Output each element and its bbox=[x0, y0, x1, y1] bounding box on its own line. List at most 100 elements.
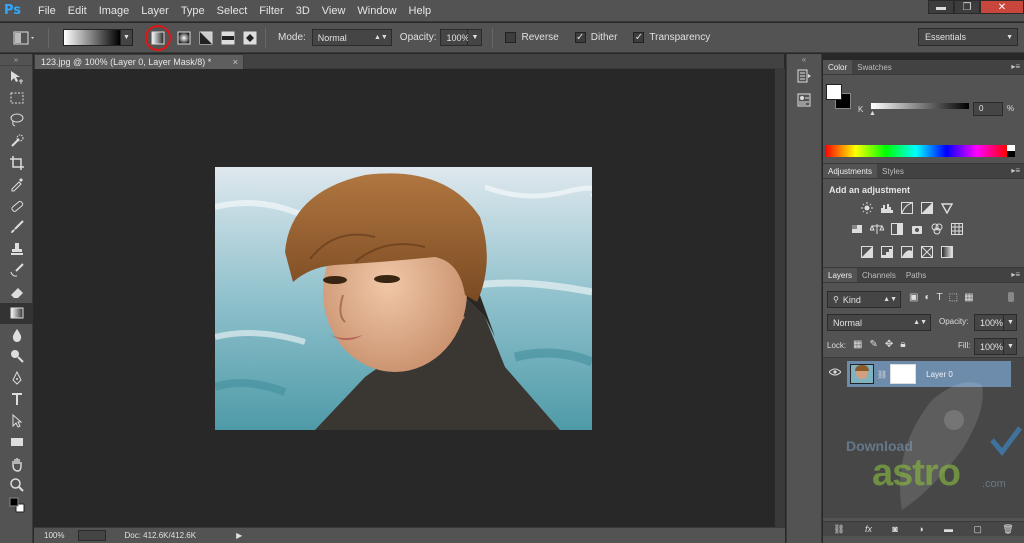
add-mask-icon[interactable]: ◙ bbox=[892, 524, 897, 534]
gradient-picker-dropdown[interactable]: ▼ bbox=[121, 29, 133, 46]
reverse-checkbox[interactable]: Reverse bbox=[505, 32, 559, 43]
pen-tool[interactable] bbox=[0, 367, 33, 389]
panel-menu-icon[interactable]: ▸≡ bbox=[1011, 270, 1020, 279]
lasso-tool[interactable] bbox=[0, 109, 33, 131]
filter-toggle-switch[interactable] bbox=[1008, 292, 1014, 302]
lock-transparent-icon[interactable]: ▦ bbox=[853, 339, 862, 350]
minimize-button[interactable]: ▬ bbox=[928, 0, 954, 14]
layer-opacity-dropdown[interactable]: ▼ bbox=[1004, 314, 1017, 331]
crop-tool[interactable] bbox=[0, 152, 33, 174]
clone-stamp-tool[interactable] bbox=[0, 238, 33, 260]
foreground-color-swatch[interactable] bbox=[826, 84, 842, 100]
menu-select[interactable]: Select bbox=[217, 5, 248, 17]
adjustment-layer-icon[interactable]: ◑ bbox=[918, 524, 923, 534]
history-brush-tool[interactable] bbox=[0, 260, 33, 282]
eyedropper-tool[interactable] bbox=[0, 174, 33, 196]
vibrance-icon[interactable] bbox=[937, 201, 957, 215]
threshold-icon[interactable] bbox=[897, 245, 917, 259]
menu-image[interactable]: Image bbox=[99, 5, 130, 17]
lock-all-icon[interactable]: 🔒︎ bbox=[900, 339, 905, 350]
layer-filter-kind[interactable]: ⚲ Kind ▲▼ bbox=[827, 291, 901, 308]
menu-layer[interactable]: Layer bbox=[141, 5, 169, 17]
diamond-gradient-button[interactable] bbox=[241, 29, 259, 47]
gradient-map-icon[interactable] bbox=[937, 245, 957, 259]
layer-mask-thumbnail[interactable] bbox=[890, 364, 917, 384]
tab-adjustments[interactable]: Adjustments bbox=[823, 164, 878, 178]
hue-saturation-icon[interactable] bbox=[847, 222, 867, 236]
exposure-icon[interactable] bbox=[917, 201, 937, 215]
group-folder-icon[interactable]: ▬ bbox=[944, 524, 953, 534]
menu-edit[interactable]: Edit bbox=[68, 5, 87, 17]
channel-mixer-icon[interactable] bbox=[927, 222, 947, 236]
smart-object-filter-icon[interactable]: ▦ bbox=[964, 292, 973, 303]
transparency-checkbox[interactable]: ✓ Transparency bbox=[633, 32, 710, 43]
radial-gradient-button[interactable] bbox=[175, 29, 193, 47]
tab-swatches[interactable]: Swatches bbox=[852, 60, 897, 74]
gradient-preview[interactable] bbox=[63, 29, 121, 46]
properties-panel-button[interactable] bbox=[787, 88, 821, 112]
posterize-icon[interactable] bbox=[877, 245, 897, 259]
opacity-dropdown[interactable]: ▼ bbox=[468, 29, 483, 46]
pixel-filter-icon[interactable]: ▣ bbox=[909, 292, 918, 303]
mode-dropdown[interactable]: Normal ▲▼ bbox=[311, 29, 392, 46]
layer-row[interactable]: ⛓︎ Layer 0 bbox=[847, 361, 1011, 387]
brightness-contrast-icon[interactable] bbox=[857, 201, 877, 215]
eye-icon[interactable] bbox=[827, 364, 843, 380]
layer-style-icon[interactable]: fx bbox=[865, 524, 872, 534]
reflected-gradient-button[interactable] bbox=[219, 29, 237, 47]
invert-icon[interactable] bbox=[857, 245, 877, 259]
quick-selection-tool[interactable] bbox=[0, 131, 33, 153]
eraser-tool[interactable] bbox=[0, 281, 33, 303]
ramp-black[interactable] bbox=[1007, 151, 1015, 157]
menu-type[interactable]: Type bbox=[181, 5, 205, 17]
dodge-tool[interactable] bbox=[0, 346, 33, 368]
blur-tool[interactable] bbox=[0, 324, 33, 346]
zoom-level[interactable]: 100% bbox=[44, 531, 64, 540]
menu-help[interactable]: Help bbox=[409, 5, 432, 17]
k-value-input[interactable]: 0 bbox=[973, 102, 1003, 116]
lock-image-icon[interactable]: ✎ bbox=[869, 339, 877, 350]
menu-window[interactable]: Window bbox=[357, 5, 396, 17]
type-tool[interactable] bbox=[0, 389, 33, 411]
restore-button[interactable]: ❐ bbox=[954, 0, 980, 14]
layer-opacity-input[interactable]: 100% bbox=[974, 314, 1004, 331]
healing-brush-tool[interactable] bbox=[0, 195, 33, 217]
linear-gradient-button[interactable] bbox=[145, 24, 171, 51]
k-slider-track[interactable] bbox=[871, 103, 969, 109]
gradient-tool[interactable] bbox=[0, 302, 33, 324]
history-panel-button[interactable] bbox=[787, 64, 821, 88]
panel-grip[interactable]: » bbox=[0, 54, 32, 66]
menu-view[interactable]: View bbox=[322, 5, 346, 17]
vertical-scrollbar[interactable] bbox=[774, 69, 785, 527]
tool-preset-picker[interactable] bbox=[8, 28, 42, 48]
tab-layers[interactable]: Layers bbox=[823, 268, 858, 282]
new-layer-icon[interactable]: ▢ bbox=[973, 524, 982, 535]
blend-mode-dropdown[interactable]: Normal ▲▼ bbox=[827, 314, 931, 331]
chain-link-icon[interactable]: ⛓︎ bbox=[877, 370, 887, 379]
status-icons[interactable] bbox=[78, 530, 107, 541]
marquee-tool[interactable] bbox=[0, 88, 33, 110]
dither-checkbox[interactable]: ✓ Dither bbox=[574, 32, 617, 43]
tab-paths[interactable]: Paths bbox=[901, 268, 931, 282]
tab-color[interactable]: Color bbox=[823, 60, 853, 74]
lock-position-icon[interactable]: ✥ bbox=[885, 339, 893, 350]
tab-styles[interactable]: Styles bbox=[877, 164, 909, 178]
play-icon[interactable]: ▶ bbox=[236, 531, 242, 540]
opacity-input[interactable]: 100% bbox=[440, 29, 470, 46]
selective-color-icon[interactable] bbox=[917, 245, 937, 259]
zoom-tool[interactable] bbox=[0, 475, 33, 497]
color-lookup-icon[interactable] bbox=[947, 222, 967, 236]
close-icon[interactable]: × bbox=[233, 57, 238, 67]
document-canvas-image[interactable] bbox=[215, 167, 592, 430]
color-balance-icon[interactable] bbox=[867, 222, 887, 236]
hand-tool[interactable] bbox=[0, 453, 33, 475]
type-filter-icon[interactable]: T bbox=[937, 292, 943, 303]
menu-3d[interactable]: 3D bbox=[296, 5, 310, 17]
workspace-switcher[interactable]: Essentials ▼ bbox=[918, 28, 1018, 46]
fill-dropdown[interactable]: ▼ bbox=[1004, 338, 1017, 355]
layer-name[interactable]: Layer 0 bbox=[926, 370, 953, 379]
menu-file[interactable]: File bbox=[38, 5, 56, 17]
link-layers-icon[interactable]: ⛓︎ bbox=[833, 524, 844, 535]
brush-tool[interactable] bbox=[0, 217, 33, 239]
color-spectrum-ramp[interactable] bbox=[825, 145, 1007, 157]
